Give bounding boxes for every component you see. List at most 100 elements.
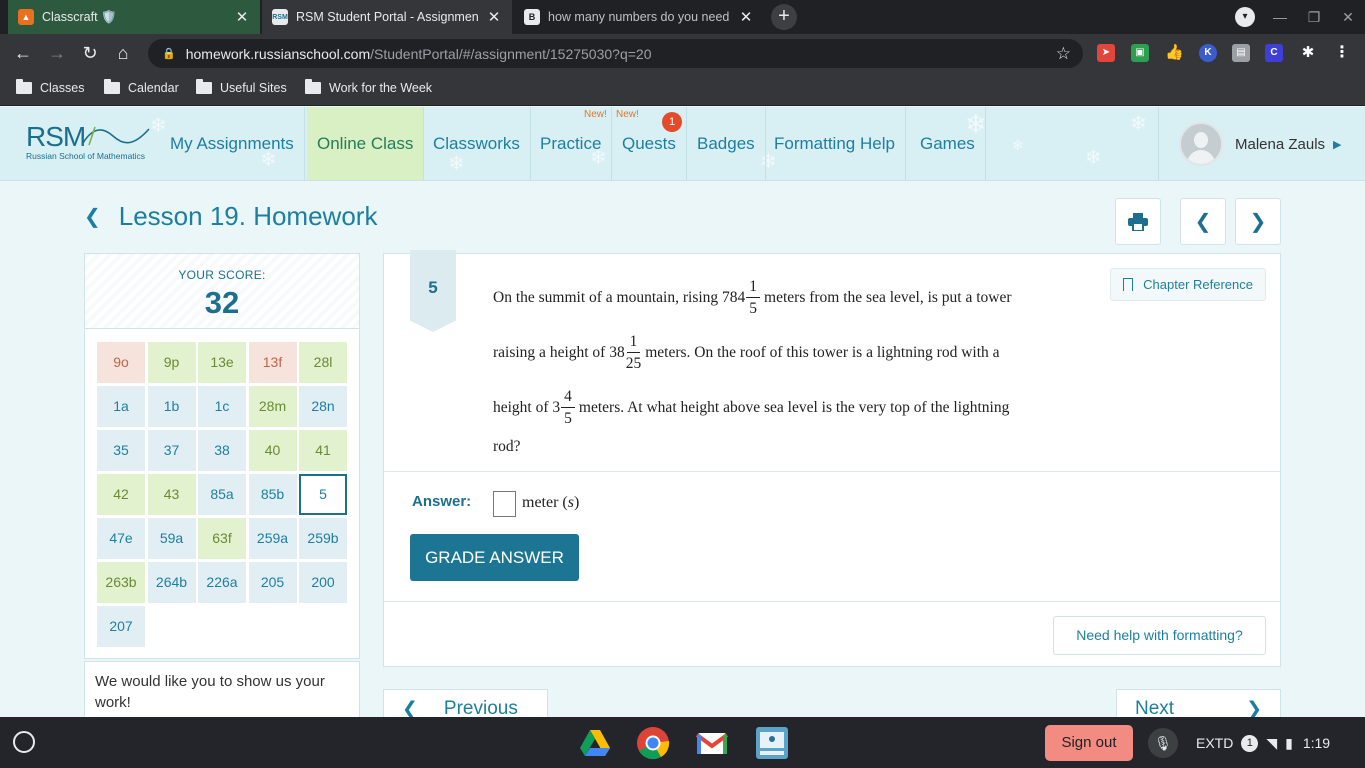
nav-my-assignments[interactable]: My Assignments: [160, 107, 305, 180]
extension-c-icon[interactable]: C: [1265, 44, 1283, 62]
bookmark-classes[interactable]: Classes: [16, 79, 84, 95]
problem-cell[interactable]: 200: [299, 562, 347, 603]
problem-cell[interactable]: 42: [97, 474, 145, 515]
problem-cell[interactable]: 13e: [198, 342, 246, 383]
page-title: Lesson 19. Homework: [118, 201, 378, 231]
tab-title: how many numbers do you need: [548, 10, 730, 24]
system-tray[interactable]: 🎙 EXTD 1 ◥ ▮ 1:19: [1148, 725, 1358, 761]
close-icon[interactable]: ✕: [738, 8, 754, 26]
chapter-reference-button[interactable]: Chapter Reference: [1110, 268, 1266, 301]
problem-cell[interactable]: 35: [97, 430, 145, 471]
launcher-icon[interactable]: [13, 731, 35, 753]
bookmark-star-icon[interactable]: ☆: [1056, 44, 1071, 64]
tab-search[interactable]: B how many numbers do you need ✕: [514, 0, 764, 34]
question-number-ribbon: 5: [410, 250, 456, 332]
score-label: YOUR SCORE:: [178, 268, 266, 282]
problem-cell[interactable]: 9o: [97, 342, 145, 383]
extension-arrow-icon[interactable]: ➤: [1097, 44, 1115, 62]
home-icon[interactable]: ⌂: [112, 42, 134, 64]
tab-rsm-portal[interactable]: RSM RSM Student Portal - Assignment ✕: [262, 0, 512, 34]
problem-cell[interactable]: 1c: [198, 386, 246, 427]
wifi-icon: ◥: [1266, 734, 1278, 751]
extension-k-icon[interactable]: K: [1199, 44, 1217, 62]
reload-icon[interactable]: ↻: [79, 42, 101, 64]
problem-cell[interactable]: 259a: [248, 518, 297, 559]
problem-cell[interactable]: 13f: [248, 342, 297, 383]
minimize-icon[interactable]: —: [1263, 9, 1297, 25]
browser-tab-bar: ▲ Classcraft 🛡️ ✕ RSM RSM Student Portal…: [0, 0, 1365, 34]
problem-cell[interactable]: 38: [198, 430, 246, 471]
nav-badges[interactable]: Badges: [687, 107, 766, 180]
problem-cell[interactable]: 85b: [248, 474, 297, 515]
formatting-help-button[interactable]: Need help with formatting?: [1053, 616, 1266, 655]
keyboard-layout: EXTD: [1196, 735, 1234, 751]
microphone-icon[interactable]: 🎙: [1148, 728, 1178, 758]
problem-cell[interactable]: 41: [299, 430, 347, 471]
forward-icon[interactable]: →: [46, 42, 68, 64]
tab-search-icon[interactable]: ▾: [1235, 7, 1255, 27]
bookmark-useful-sites[interactable]: Useful Sites: [196, 79, 287, 95]
problem-cell[interactable]: 63f: [198, 518, 246, 559]
problem-cell[interactable]: 226a: [198, 562, 246, 603]
classroom-app-icon[interactable]: [755, 726, 789, 760]
problem-cell[interactable]: 264b: [147, 562, 196, 603]
rsm-icon: RSM: [272, 9, 288, 25]
close-icon[interactable]: ✕: [486, 8, 502, 26]
nav-games[interactable]: Games: [910, 107, 986, 180]
sign-out-button[interactable]: Sign out: [1045, 725, 1133, 761]
extensions-puzzle-icon[interactable]: ✱: [1299, 44, 1317, 62]
google-drive-icon[interactable]: [578, 726, 612, 760]
window-close-icon[interactable]: ✕: [1331, 9, 1365, 26]
problem-cell[interactable]: 59a: [147, 518, 196, 559]
problem-cell[interactable]: 40: [248, 430, 297, 471]
problem-cell[interactable]: 28l: [299, 342, 347, 383]
problem-cell[interactable]: 1a: [97, 386, 145, 427]
previous-question-button[interactable]: ❮: [1180, 198, 1226, 245]
rsm-logo[interactable]: RSM Russian School of Mathematics: [26, 121, 150, 161]
gmail-icon[interactable]: [695, 726, 729, 760]
bookmark-work-for-week[interactable]: Work for the Week: [305, 79, 432, 95]
problem-cell[interactable]: 259b: [299, 518, 347, 559]
address-bar[interactable]: 🔒 homework.russianschool.com/StudentPort…: [148, 39, 1083, 68]
extension-thumb-icon[interactable]: 👍: [1165, 44, 1184, 62]
back-icon[interactable]: ←: [12, 42, 34, 64]
problem-cell[interactable]: 263b: [97, 562, 145, 603]
nav-classworks[interactable]: Classworks: [423, 107, 531, 180]
problem-cell[interactable]: 28m: [248, 386, 297, 427]
answer-input[interactable]: [493, 491, 516, 517]
problem-cell[interactable]: 47e: [97, 518, 145, 559]
problem-cell[interactable]: 207: [97, 606, 145, 647]
menu-kebab-icon[interactable]: ⋮: [1333, 44, 1351, 62]
extension-doc-icon[interactable]: ▤: [1232, 44, 1250, 62]
chrome-icon[interactable]: [636, 726, 670, 760]
maximize-icon[interactable]: ❐: [1297, 9, 1331, 26]
chevron-left-icon[interactable]: ❮: [84, 204, 101, 229]
problem-cell[interactable]: 43: [147, 474, 196, 515]
answer-area: Answer: meter (s) GRADE ANSWER: [384, 471, 1280, 602]
folder-icon: [16, 79, 32, 94]
new-tab-button[interactable]: +: [771, 4, 797, 30]
problem-cell[interactable]: 28n: [299, 386, 347, 427]
nav-quests[interactable]: New! 1 Quests: [612, 107, 687, 180]
problem-cell-current[interactable]: 5: [299, 474, 347, 515]
print-button[interactable]: [1115, 198, 1161, 245]
clock-time: 1:19: [1302, 735, 1331, 751]
next-question-button[interactable]: ❯: [1235, 198, 1281, 245]
grade-answer-button[interactable]: GRADE ANSWER: [410, 534, 579, 581]
answer-unit: meter (s): [522, 494, 580, 511]
problem-cell[interactable]: 1b: [147, 386, 196, 427]
problem-cell[interactable]: 205: [248, 562, 297, 603]
problem-cell[interactable]: 9p: [147, 342, 196, 383]
extension-classroom-icon[interactable]: ▣: [1131, 44, 1149, 62]
nav-practice[interactable]: New! Practice: [530, 107, 613, 180]
problem-cell[interactable]: 85a: [198, 474, 246, 515]
url-text: homework.russianschool.com/StudentPortal…: [185, 45, 652, 62]
bookmark-calendar[interactable]: Calendar: [104, 79, 179, 95]
close-icon[interactable]: ✕: [234, 8, 250, 26]
nav-formatting-help[interactable]: Formatting Help: [764, 107, 906, 180]
tab-classcraft[interactable]: ▲ Classcraft 🛡️ ✕: [8, 0, 260, 34]
quests-count-badge: 1: [662, 112, 682, 132]
user-menu[interactable]: Malena Zauls ▶: [1158, 107, 1365, 180]
problem-cell[interactable]: 37: [147, 430, 196, 471]
nav-online-class[interactable]: Online Class: [307, 107, 425, 180]
